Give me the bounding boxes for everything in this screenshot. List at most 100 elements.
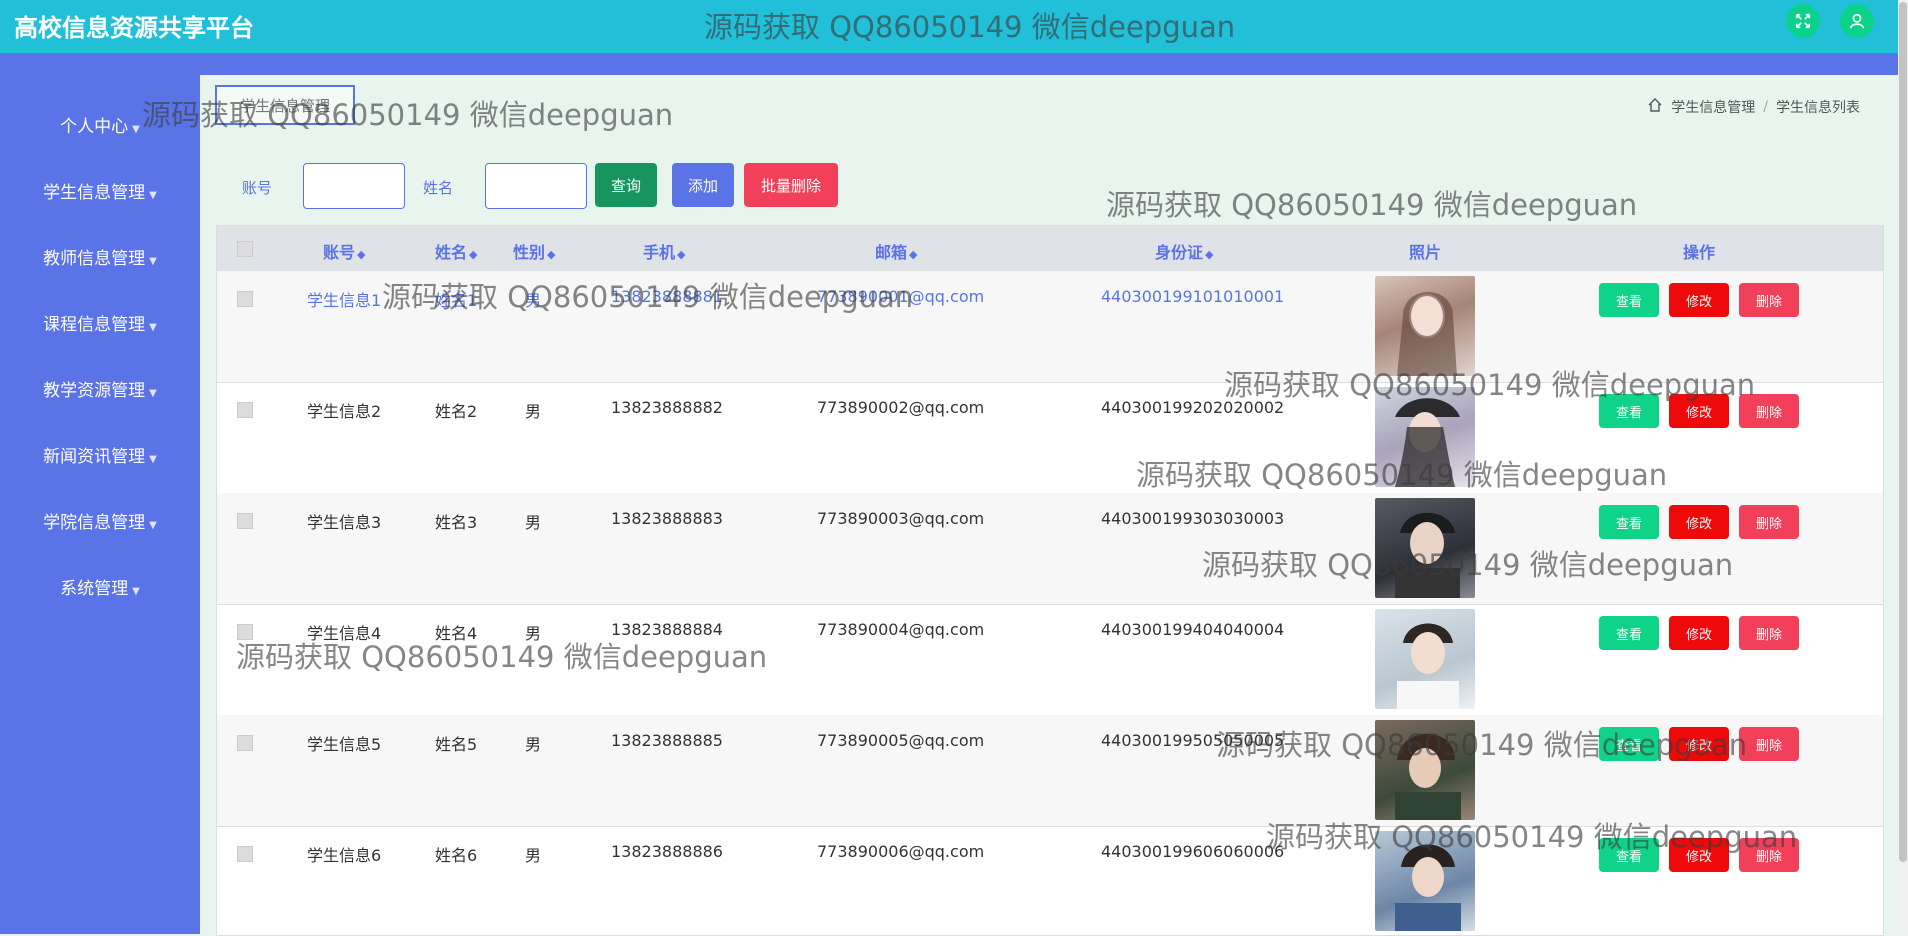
cell-account: 学生信息3	[307, 513, 382, 532]
cell-phone: 13823888886	[611, 842, 723, 861]
student-photo	[1375, 387, 1475, 487]
sidebar-item-personal-center[interactable]: 个人中心 ▼	[0, 112, 200, 137]
edit-button[interactable]: 修改	[1669, 727, 1729, 761]
sidebar-item-label: 学生信息管理	[43, 183, 146, 203]
cell-phone: 13823888883	[611, 509, 723, 528]
column-header-name[interactable]: 姓名 ◆	[435, 239, 477, 263]
sidebar-item-resource-management[interactable]: 教学资源管理 ▼	[0, 376, 200, 401]
view-button[interactable]: 查看	[1599, 727, 1659, 761]
cell-gender: 男	[525, 402, 542, 421]
page-scrollbar[interactable]	[1898, 0, 1908, 934]
student-photo	[1375, 831, 1475, 931]
delete-button[interactable]: 删除	[1739, 616, 1799, 650]
cell-gender: 男	[525, 735, 542, 754]
cell-id-card: 440300199606060006	[1101, 842, 1285, 861]
sidebar-item-news-management[interactable]: 新闻资讯管理 ▼	[0, 442, 200, 467]
row-checkbox[interactable]	[237, 735, 253, 751]
edit-button[interactable]: 修改	[1669, 283, 1729, 317]
fullscreen-icon[interactable]	[1786, 4, 1820, 38]
scrollbar-thumb[interactable]	[1899, 2, 1907, 862]
add-button[interactable]: 添加	[672, 163, 734, 207]
cell-name: 姓名4	[435, 624, 478, 643]
column-header-photo: 照片	[1409, 243, 1442, 262]
edit-button[interactable]: 修改	[1669, 505, 1729, 539]
table-header: 账号 ◆ 姓名 ◆ 性别 ◆ 手机 ◆ 邮箱 ◆ 身份证 ◆ 照片 操作	[217, 226, 1883, 271]
cell-id-card: 440300199202020002	[1101, 398, 1285, 417]
edit-button[interactable]: 修改	[1669, 394, 1729, 428]
cell-account: 学生信息5	[307, 735, 382, 754]
sidebar-item-course-management[interactable]: 课程信息管理 ▼	[0, 310, 200, 335]
view-button[interactable]: 查看	[1599, 394, 1659, 428]
column-header-phone[interactable]: 手机 ◆	[643, 239, 685, 263]
sidebar-item-student-management[interactable]: 学生信息管理 ▼	[0, 178, 200, 203]
sidebar-item-label: 教学资源管理	[43, 381, 146, 401]
account-input[interactable]	[303, 163, 405, 209]
edit-button[interactable]: 修改	[1669, 838, 1729, 872]
breadcrumb: 学生信息管理 / 学生信息列表	[1647, 97, 1860, 117]
breadcrumb-item: 学生信息列表	[1776, 100, 1860, 116]
chevron-down-icon: ▼	[149, 454, 157, 465]
delete-button[interactable]: 删除	[1739, 394, 1799, 428]
view-button[interactable]: 查看	[1599, 505, 1659, 539]
cell-account: 学生信息2	[307, 402, 382, 421]
delete-button[interactable]: 删除	[1739, 727, 1799, 761]
delete-button[interactable]: 删除	[1739, 505, 1799, 539]
student-photo	[1375, 609, 1475, 709]
cell-id-card: 440300199404040004	[1101, 620, 1285, 639]
view-button[interactable]: 查看	[1599, 616, 1659, 650]
sort-icon: ◆	[1205, 248, 1214, 261]
cell-email: 773890003@qq.com	[817, 509, 985, 528]
delete-button[interactable]: 删除	[1739, 283, 1799, 317]
app-title: 高校信息资源共享平台	[14, 14, 254, 42]
sidebar-item-system-management[interactable]: 系统管理 ▼	[0, 574, 200, 599]
user-icon[interactable]	[1840, 4, 1874, 38]
cell-gender: 男	[525, 291, 542, 310]
table-row: 学生信息1 姓名1 男 13823888881 773890001@qq.com…	[217, 271, 1883, 383]
table-row: 学生信息4 姓名4 男 13823888884 773890004@qq.com…	[217, 604, 1883, 716]
cell-phone: 13823888884	[611, 620, 723, 639]
batch-delete-button[interactable]: 批量删除	[744, 163, 838, 207]
name-input[interactable]	[485, 163, 587, 209]
column-header-gender[interactable]: 性别 ◆	[513, 239, 555, 263]
row-checkbox[interactable]	[237, 846, 253, 862]
breadcrumb-item[interactable]: 学生信息管理	[1671, 97, 1755, 117]
sidebar-item-teacher-management[interactable]: 教师信息管理 ▼	[0, 244, 200, 269]
row-checkbox[interactable]	[237, 291, 253, 307]
sort-icon: ◆	[547, 248, 556, 261]
sort-icon: ◆	[469, 248, 478, 261]
view-button[interactable]: 查看	[1599, 838, 1659, 872]
sort-icon: ◆	[677, 248, 686, 261]
sidebar-item-college-management[interactable]: 学院信息管理 ▼	[0, 508, 200, 533]
cell-phone: 13823888885	[611, 731, 723, 750]
cell-account: 学生信息1	[307, 291, 382, 310]
student-photo	[1375, 720, 1475, 820]
column-header-actions: 操作	[1683, 243, 1716, 262]
cell-phone: 13823888882	[611, 398, 723, 417]
row-checkbox[interactable]	[237, 624, 253, 640]
column-header-id-card[interactable]: 身份证 ◆	[1155, 239, 1213, 263]
row-checkbox[interactable]	[237, 402, 253, 418]
cell-email: 773890006@qq.com	[817, 842, 985, 861]
delete-button[interactable]: 删除	[1739, 838, 1799, 872]
edit-button[interactable]: 修改	[1669, 616, 1729, 650]
cell-phone: 13823888881	[611, 287, 723, 306]
sort-icon: ◆	[357, 248, 366, 261]
chevron-down-icon: ▼	[132, 124, 140, 135]
column-header-account[interactable]: 账号 ◆	[323, 239, 365, 263]
home-icon[interactable]	[1647, 97, 1663, 117]
cell-id-card: 440300199303030003	[1101, 509, 1285, 528]
chevron-down-icon: ▼	[149, 388, 157, 399]
student-photo	[1375, 498, 1475, 598]
select-all-checkbox[interactable]	[237, 241, 253, 257]
row-checkbox[interactable]	[237, 513, 253, 529]
cell-email: 773890002@qq.com	[817, 398, 985, 417]
cell-id-card: 440300199505050005	[1101, 731, 1285, 750]
query-button[interactable]: 查询	[595, 163, 657, 207]
sidebar-item-label: 新闻资讯管理	[43, 447, 146, 467]
cell-email: 773890005@qq.com	[817, 731, 985, 750]
page-title-tab[interactable]: 学生信息管理	[215, 85, 355, 125]
student-table: 账号 ◆ 姓名 ◆ 性别 ◆ 手机 ◆ 邮箱 ◆ 身份证 ◆ 照片 操作 学生信息1 姓名1…	[216, 225, 1884, 936]
column-header-email[interactable]: 邮箱 ◆	[875, 239, 917, 263]
view-button[interactable]: 查看	[1599, 283, 1659, 317]
sidebar-item-label: 学院信息管理	[43, 513, 146, 533]
